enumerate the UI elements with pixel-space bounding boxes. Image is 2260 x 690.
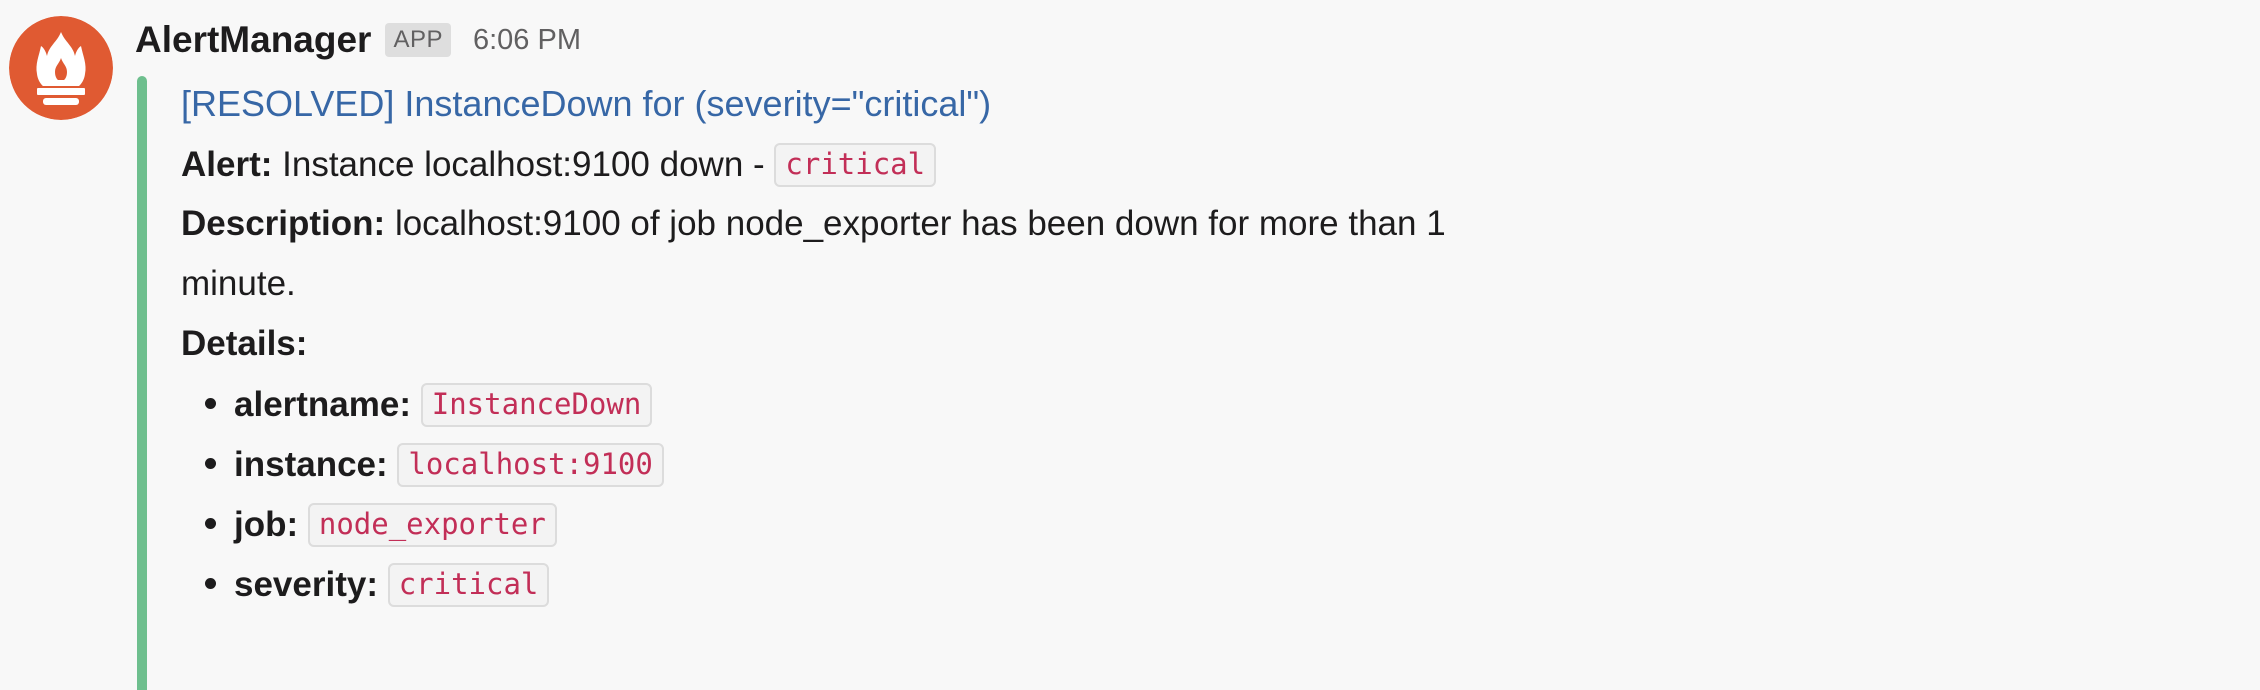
- bullet-icon: [205, 578, 216, 590]
- detail-key: instance:: [234, 445, 388, 484]
- avatar[interactable]: [9, 16, 113, 120]
- detail-value-code: node_exporter: [307, 503, 557, 547]
- alert-severity-code: critical: [774, 143, 937, 187]
- description-text-wrap: minute.: [181, 264, 296, 303]
- details-label: Details:: [181, 324, 308, 363]
- detail-key: severity:: [234, 565, 378, 604]
- message-timestamp[interactable]: 6:06 PM: [473, 24, 581, 57]
- message-header: AlertManager APP 6:06 PM: [135, 14, 581, 66]
- detail-value-code: localhost:9100: [397, 443, 664, 487]
- attachment-color-bar: [137, 76, 147, 690]
- details-line: Details:: [181, 316, 307, 372]
- bullet-icon: [205, 458, 216, 470]
- list-item: severity: critical: [205, 556, 550, 612]
- alert-line: Alert: Instance localhost:9100 down - cr…: [181, 136, 937, 192]
- alert-title-link[interactable]: [RESOLVED] InstanceDown for (severity="c…: [181, 83, 991, 124]
- bullet-icon: [205, 518, 216, 530]
- detail-key: job:: [234, 505, 299, 544]
- description-label: Description:: [181, 204, 386, 243]
- bullet-icon: [205, 398, 216, 410]
- description-continuation: minute.: [181, 256, 296, 312]
- description-line: Description: localhost:9100 of job node_…: [181, 196, 1446, 252]
- prometheus-flame-icon: [9, 16, 113, 120]
- list-item: alertname: InstanceDown: [205, 376, 653, 432]
- alert-label: Alert:: [181, 145, 273, 184]
- app-badge: APP: [385, 23, 451, 57]
- sender-name[interactable]: AlertManager: [135, 19, 371, 61]
- description-text: localhost:9100 of job node_exporter has …: [394, 204, 1446, 243]
- alert-title-line: [RESOLVED] InstanceDown for (severity="c…: [181, 76, 991, 132]
- detail-value-code: critical: [387, 563, 550, 607]
- list-item: instance: localhost:9100: [205, 436, 664, 492]
- detail-key: alertname:: [234, 385, 412, 424]
- list-item: job: node_exporter: [205, 496, 557, 552]
- alert-text: Instance localhost:9100 down -: [282, 145, 765, 184]
- detail-value-code: InstanceDown: [420, 383, 653, 427]
